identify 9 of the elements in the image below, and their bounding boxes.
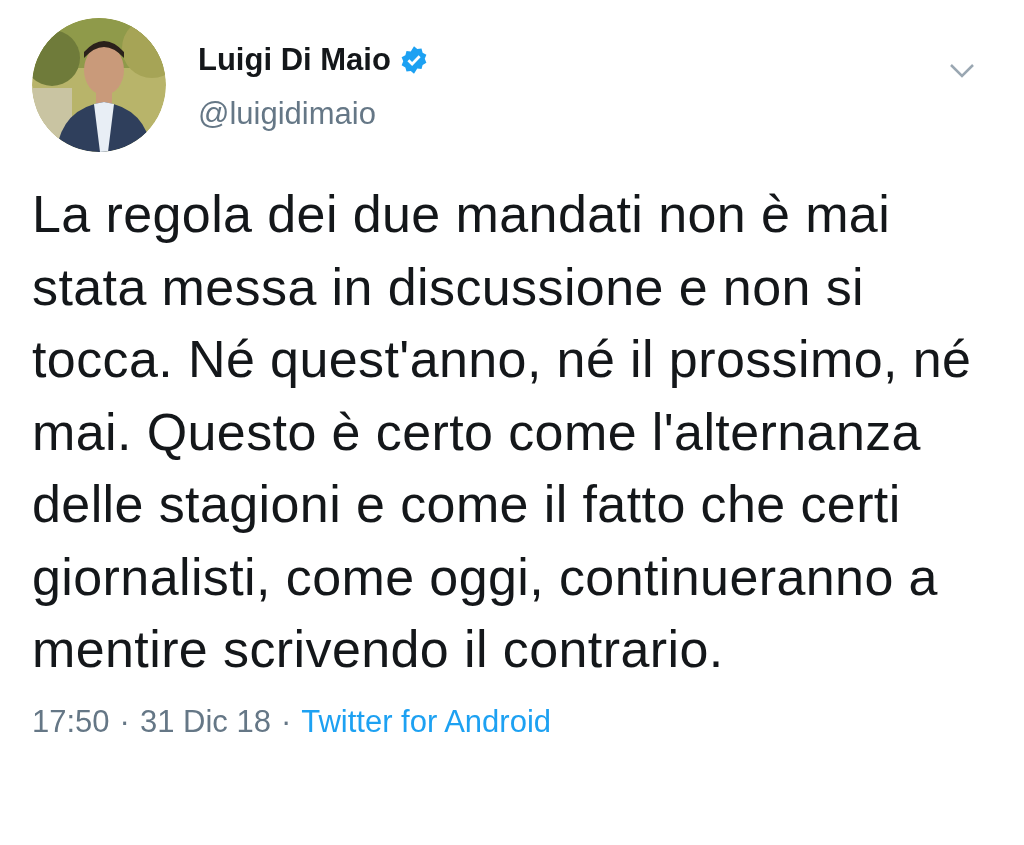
- separator-dot: ·: [119, 703, 130, 740]
- tweet-text: La regola dei due mandati non è mai stata messa in discussione e non si tocca. Né quest'anno, né il prossimo, né mai. Questo è certo come l'alternanza delle stagioni e come il fatto che certi giornalisti, come oggi, continueranno a mentire scrivendo il contrario.: [32, 184, 973, 680]
- tweet-time: 17:50: [32, 703, 110, 740]
- source-link[interactable]: Twitter for Android: [301, 703, 552, 740]
- tweet-date: 31 Dic 18: [139, 703, 271, 740]
- separator-dot: ·: [280, 703, 292, 740]
- author-name[interactable]: Luigi Di Maio: [198, 42, 391, 78]
- author-handle[interactable]: @luigidimaio: [198, 96, 916, 132]
- chevron-down-icon[interactable]: [948, 62, 976, 80]
